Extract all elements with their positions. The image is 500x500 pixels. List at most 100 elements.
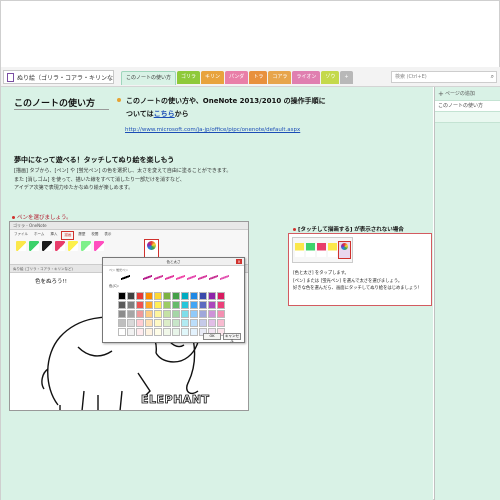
color-swatch	[127, 319, 135, 327]
tab-8[interactable]: +	[340, 71, 353, 84]
color-swatch	[181, 292, 189, 300]
color-swatch	[172, 319, 180, 327]
tab-2[interactable]: キリン	[201, 71, 225, 84]
tab-3[interactable]: パンダ	[225, 71, 249, 84]
desc-line-2: また [消しゴム] を使って、描いた線をすべて消したり一部だけを消すなど、	[14, 176, 185, 183]
color-swatch	[190, 292, 198, 300]
search-input[interactable]: 検索 (Ctrl+E) ⌕	[391, 71, 497, 83]
tab-4[interactable]: トラ	[249, 71, 268, 84]
pen-note: ペンを選びましょう。	[12, 213, 72, 221]
color-swatch	[208, 292, 216, 300]
page-title: このノートの使い方	[14, 99, 96, 109]
color-swatch	[181, 319, 189, 327]
callout-title: [タッチして描画する] が表示されない場合	[293, 225, 404, 233]
page-list-item[interactable]: このノートの使い方	[435, 101, 500, 112]
onenote-window: ぬり絵（ゴリラ・コアラ・キリンなど） ▾ このノートの使い方ゴリラキリンパンダト…	[0, 0, 500, 500]
dialog-title: 色と太さ	[103, 258, 244, 266]
color-and-thickness-button	[144, 239, 159, 258]
intro-line-1: このノートの使い方や、OneNote 2013/2010 の操作手順に	[126, 97, 326, 105]
dialog-pen-option	[187, 274, 196, 281]
color-swatch	[163, 292, 171, 300]
search-placeholder: 検索 (Ctrl+E)	[395, 74, 427, 80]
color-swatch	[163, 319, 171, 327]
screenshot-pen-gallery	[16, 241, 104, 251]
tab-1[interactable]: ゴリラ	[177, 71, 201, 84]
add-page-button[interactable]: ページの追加	[435, 87, 500, 101]
tab-0[interactable]: このノートの使い方	[121, 71, 177, 85]
color-swatch	[118, 310, 126, 318]
callout-line-2: [ペン] または [蛍光ペン] を選んで太さを選びましょう。	[293, 278, 403, 284]
bullet-icon	[117, 98, 121, 102]
here-link[interactable]: こちら	[154, 110, 175, 118]
dialog-pen-option	[198, 274, 207, 281]
color-thickness-dialog: 色と太さ × ペン 蛍光ペン 色(C): OK キャンセル	[102, 257, 245, 343]
color-swatch	[217, 310, 225, 318]
dialog-pen-option	[132, 274, 141, 281]
help-url-link[interactable]: http://www.microsoft.com/ja-jp/office/pi…	[125, 127, 300, 133]
color-swatch	[118, 319, 126, 327]
screenshot-ribbon-tab: ファイル	[14, 232, 28, 236]
cancel-button: キャンセル	[223, 333, 241, 343]
color-swatch	[208, 301, 216, 309]
dialog-pen-option	[154, 274, 163, 281]
screenshot-title: ゴリラ - OneNote	[10, 222, 248, 230]
tab-5[interactable]: コアラ	[268, 71, 292, 84]
color-swatch	[127, 301, 135, 309]
intro-line-2: ついてはこちらから	[126, 108, 417, 121]
tab-6[interactable]: ライオン	[292, 71, 321, 84]
screenshot-ribbon-tab: 表示	[104, 232, 112, 236]
color-swatch	[172, 301, 180, 309]
color-swatch	[190, 328, 198, 336]
intro-line-2b: から	[174, 110, 189, 118]
dialog-pen-row	[121, 274, 239, 282]
color-swatch	[127, 328, 135, 336]
color-swatch	[154, 319, 162, 327]
color-swatch	[217, 319, 225, 327]
palette-icon	[341, 243, 348, 250]
color-swatch	[217, 292, 225, 300]
color-swatch	[136, 328, 144, 336]
mini-pen-swatch	[295, 243, 304, 257]
dialog-pen-option	[143, 274, 152, 281]
color-swatch	[118, 292, 126, 300]
color-swatch	[136, 301, 144, 309]
pen-swatch	[16, 241, 26, 251]
color-swatch	[181, 310, 189, 318]
mini-pen-swatch	[306, 243, 315, 257]
page-list-pane: ページの追加 このノートの使い方	[434, 87, 500, 500]
section-tabs: このノートの使い方 ゴリラ キリン パンダ トラ コアラ ライオン ゾウ +	[121, 71, 354, 87]
search-icon[interactable]: ⌕	[491, 72, 494, 82]
color-prompt: 色をぬろう!!	[35, 279, 67, 285]
color-swatch	[208, 310, 216, 318]
color-swatch	[190, 319, 198, 327]
color-swatch	[199, 319, 207, 327]
screenshot-ribbon-tab: 校閲	[91, 232, 99, 236]
close-icon: ×	[236, 259, 242, 264]
color-swatch	[163, 310, 171, 318]
section-subtitle: 夢中になって遊べる！タッチしてぬり絵を楽しもう	[14, 156, 175, 164]
color-swatch	[208, 319, 216, 327]
desc-line-1: [描画] タブから、[ペン] や [蛍光ペン] の色を選択し、太さを変えて自由に…	[14, 168, 232, 174]
screenshot-ribbon-tabs: ファイル ホーム 挿入 描画 履歴 校閲 表示	[12, 231, 113, 240]
tab-7[interactable]: ゾウ	[321, 71, 340, 84]
red-dot-icon	[12, 216, 15, 219]
dialog-pen-option	[220, 274, 229, 281]
color-swatch	[217, 301, 225, 309]
dialog-pen-option	[121, 274, 130, 281]
color-swatch	[145, 301, 153, 309]
red-dot-icon	[293, 228, 296, 231]
elephant-word: ELEPHANT	[141, 393, 210, 407]
intro-line-2a: ついては	[126, 110, 154, 118]
color-swatch	[172, 292, 180, 300]
color-swatch	[136, 292, 144, 300]
page-list-item[interactable]	[435, 112, 500, 123]
notebook-switcher[interactable]: ぬり絵（ゴリラ・コアラ・キリンなど） ▾	[3, 70, 114, 84]
mini-ribbon	[292, 237, 353, 263]
color-swatch	[145, 310, 153, 318]
color-swatch	[172, 310, 180, 318]
notebook-bar: ぬり絵（ゴリラ・コアラ・キリンなど） ▾ このノートの使い方ゴリラキリンパンダト…	[1, 67, 500, 87]
dialog-color-label: 色(C):	[109, 284, 119, 288]
color-swatch	[136, 310, 144, 318]
pen-swatch	[55, 241, 65, 251]
color-swatch	[190, 310, 198, 318]
